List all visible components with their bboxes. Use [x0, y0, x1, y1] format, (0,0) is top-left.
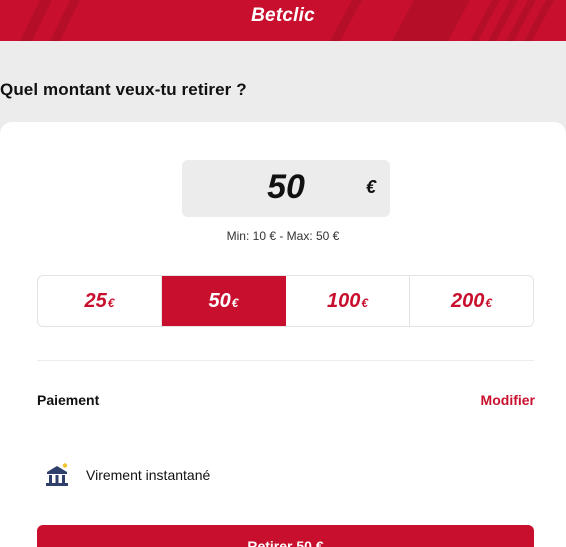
payment-label: Paiement — [37, 392, 100, 408]
preset-100-button[interactable]: 100 € — [286, 276, 410, 326]
preset-value: 100 — [326, 289, 361, 312]
bank-icon — [46, 463, 68, 486]
betclic-logo: Betclic — [251, 5, 315, 26]
preset-value: 200 — [450, 289, 485, 312]
preset-amounts: 25 € 50 € 100 € 200 € — [37, 275, 534, 327]
app-header: Betclic — [0, 0, 566, 41]
amount-limits: Min: 10 € - Max: 50 € — [226, 229, 340, 243]
preset-value: 25 — [84, 289, 107, 312]
preset-currency: € — [107, 296, 115, 310]
withdraw-screen: Betclic Quel montant veux-tu retirer ? 5… — [0, 0, 566, 547]
preset-200-button[interactable]: 200 € — [410, 276, 533, 326]
preset-currency: € — [485, 296, 493, 310]
preset-50-button[interactable]: 50 € — [162, 276, 286, 326]
withdraw-button[interactable]: Retirer 50 € — [37, 525, 534, 547]
preset-currency: € — [361, 296, 369, 310]
preset-value: 50 — [208, 289, 231, 312]
modify-payment-link[interactable]: Modifier — [481, 392, 535, 408]
amount-currency: € — [366, 177, 377, 197]
divider — [37, 360, 534, 361]
page-title: Quel montant veux-tu retirer ? — [0, 80, 247, 99]
payment-method-label: Virement instantané — [86, 467, 211, 483]
preset-25-button[interactable]: 25 € — [38, 276, 162, 326]
preset-currency: € — [231, 296, 239, 310]
